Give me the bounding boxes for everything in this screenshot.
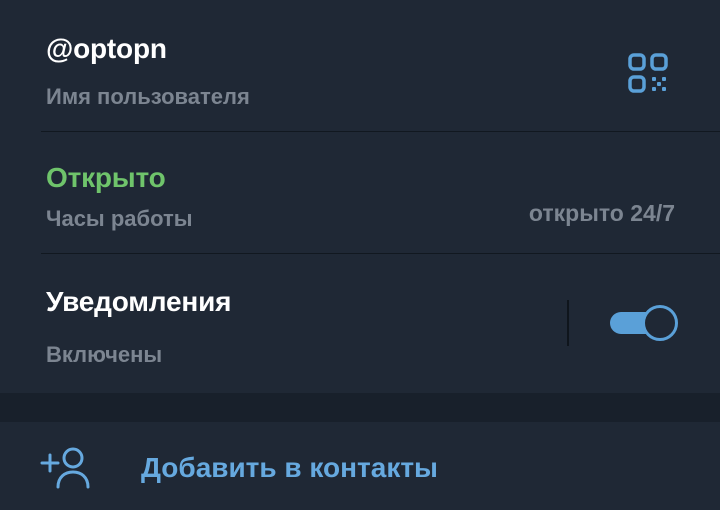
info-section: @optopn Имя пользователя Открыто Часы ра…: [0, 0, 720, 393]
username-value: @optopn: [46, 33, 167, 64]
actions-section: Добавить в контакты: [0, 422, 720, 510]
add-user-icon: [40, 446, 92, 490]
notifications-title: Уведомления: [46, 286, 232, 317]
business-hours-row[interactable]: Открыто Часы работы открыто 24/7: [0, 132, 720, 253]
username-caption: Имя пользователя: [46, 84, 250, 109]
hours-status: Открыто: [46, 162, 166, 193]
toggle-knob: [642, 305, 678, 341]
add-contact-label: Добавить в контакты: [141, 452, 438, 483]
hours-value: открыто 24/7: [528, 200, 675, 226]
notifications-toggle[interactable]: [610, 304, 678, 342]
add-contact-button[interactable]: Добавить в контакты: [0, 422, 720, 510]
notifications-state: Включены: [46, 342, 163, 367]
hours-caption: Часы работы: [46, 206, 193, 231]
vertical-separator: [567, 300, 569, 346]
profile-info-page: @optopn Имя пользователя Открыто Часы ра…: [0, 0, 720, 510]
notifications-row[interactable]: Уведомления Включены: [0, 254, 720, 393]
qr-code-icon[interactable]: [622, 47, 674, 99]
username-row[interactable]: @optopn Имя пользователя: [0, 0, 720, 131]
section-gap: [0, 393, 720, 422]
